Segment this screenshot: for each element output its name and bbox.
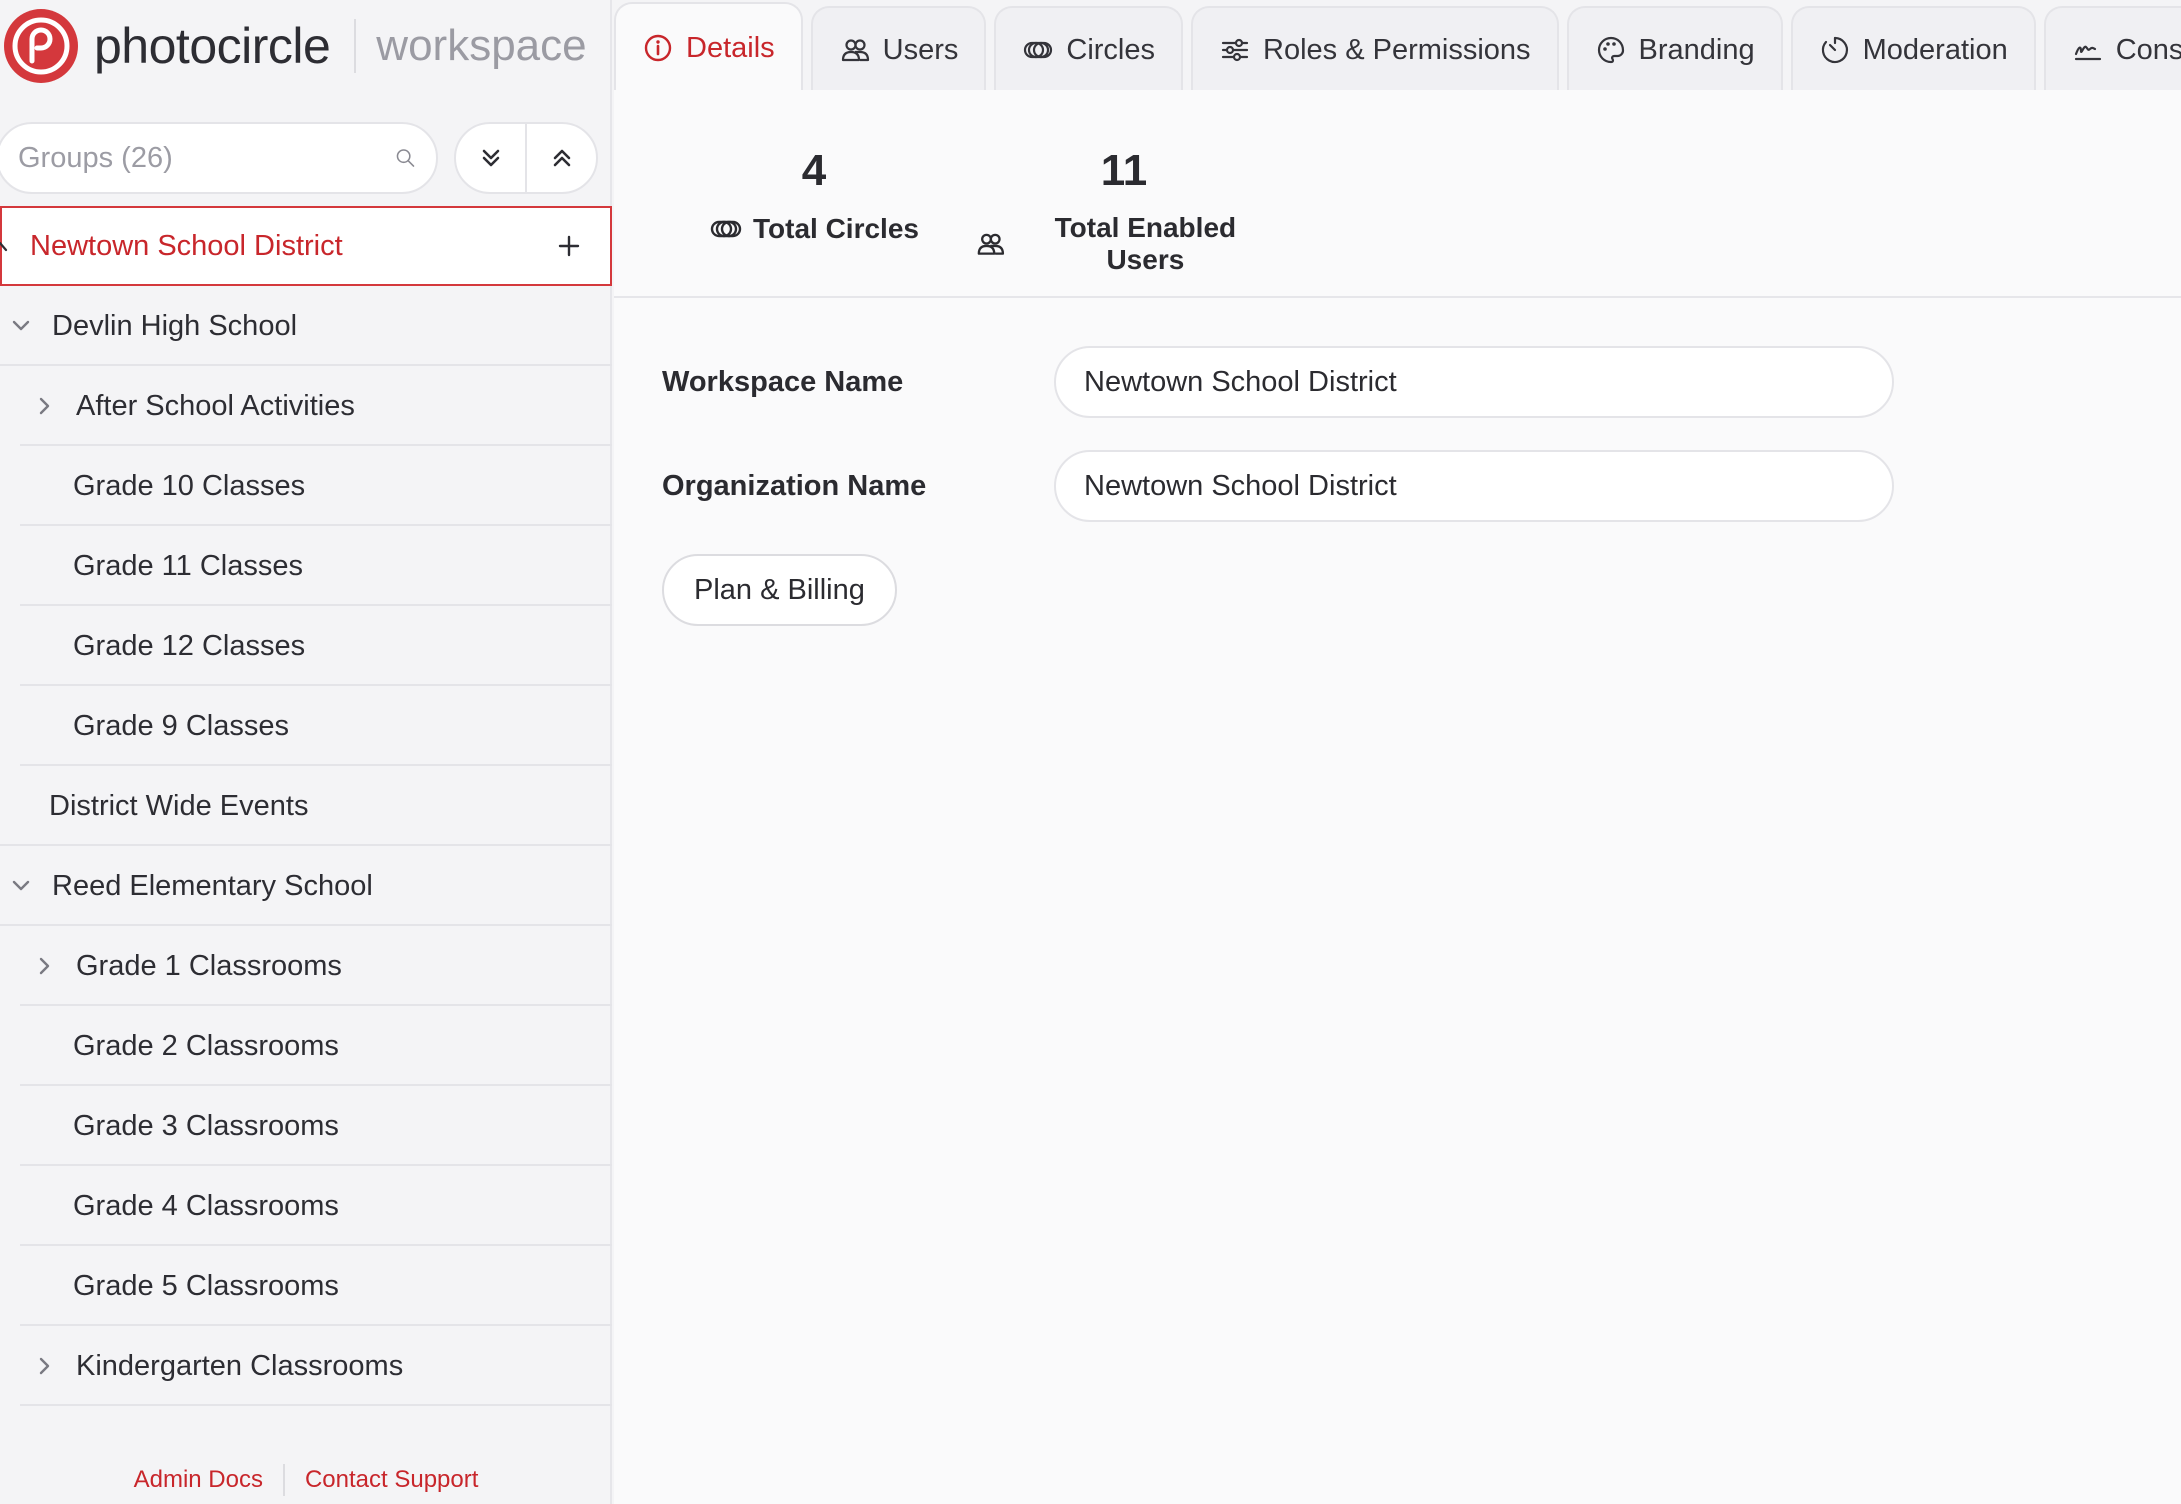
tab-label: Roles & Permissions [1263, 33, 1531, 66]
group-search [0, 122, 438, 194]
stat-label: Total Enabled Users [1054, 212, 1237, 275]
stat-total-enabled-users: 11 Total Enabled Users [974, 90, 1274, 276]
tree-item-district-wide-events[interactable]: District Wide Events [0, 766, 612, 846]
workspace-name-label: Workspace Name [662, 365, 904, 398]
info-icon [644, 34, 672, 62]
tab-label: Circles [1066, 33, 1156, 66]
tab-users[interactable]: Users [810, 6, 987, 92]
brand-logo[interactable]: photocircle workspace [4, 8, 587, 84]
tab-consent[interactable]: Consent [2043, 6, 2181, 92]
tab-branding[interactable]: Branding [1566, 6, 1783, 92]
group-tree: Newtown School District Devlin High Scho… [0, 206, 612, 1406]
group-search-input[interactable] [18, 141, 395, 175]
contact-support-link[interactable]: Contact Support [285, 1466, 498, 1494]
collapse-all-button[interactable] [525, 124, 596, 192]
plan-billing-button[interactable]: Plan & Billing [662, 554, 897, 626]
tree-item-grade-3-classrooms[interactable]: Grade 3 Classrooms [0, 1086, 612, 1166]
tree-item-grade-2-classrooms[interactable]: Grade 2 Classrooms [0, 1006, 612, 1086]
stat-total-circles: 4 Total Circles [704, 90, 924, 246]
admin-docs-link[interactable]: Admin Docs [114, 1466, 283, 1494]
tab-label: Users [882, 33, 959, 66]
tab-details[interactable]: Details [614, 2, 803, 92]
chevron-down-icon[interactable] [8, 313, 34, 339]
timer-icon [1821, 36, 1848, 64]
tab-moderation[interactable]: Moderation [1790, 6, 2036, 92]
tree-item-grade-9-classes[interactable]: Grade 9 Classes [0, 686, 612, 766]
sidebar-footer: Admin Docs Contact Support [0, 1460, 612, 1500]
chevron-down-icon[interactable] [8, 873, 34, 899]
chevrons-down-icon [482, 149, 499, 167]
stat-label-row: Total Enabled Users [974, 212, 1274, 276]
tree-item-label: Devlin High School [52, 309, 298, 342]
tab-label: Branding [1638, 33, 1755, 66]
tree-item-label: Grade 3 Classrooms [73, 1109, 339, 1142]
expand-all-button[interactable] [456, 124, 525, 192]
stat-label-row: Total Circles [704, 212, 924, 246]
photocircle-logo-icon [4, 9, 78, 83]
tree-item-label: Grade 9 Classes [73, 709, 289, 742]
tab-label: Consent [2115, 33, 2181, 66]
brand-subtitle: workspace [376, 21, 587, 70]
chevrons-up-icon [553, 149, 570, 167]
tree-item-label: After School Activities [76, 389, 355, 422]
tree-item-grade-12-classes[interactable]: Grade 12 Classes [0, 606, 612, 686]
chevron-right-icon[interactable] [32, 953, 58, 979]
organization-name-row: Organization Name [662, 450, 2062, 522]
tree-item-grade-1-classrooms[interactable]: Grade 1 Classrooms [0, 926, 612, 1006]
organization-name-input[interactable] [1054, 450, 1894, 522]
expand-collapse-group [454, 122, 598, 194]
tree-item-grade-10-classes[interactable]: Grade 10 Classes [0, 446, 612, 526]
tree-root-label: Newtown School District [30, 229, 343, 262]
tab-label: Details [686, 31, 775, 64]
tab-bar: Details Users Circles Roles & Permission… [614, 0, 2181, 92]
stat-label: Total Circles [753, 213, 919, 244]
organization-name-label: Organization Name [662, 469, 927, 502]
tree-item-devlin-high-school[interactable]: Devlin High School [0, 286, 612, 366]
tree-item-label: District Wide Events [49, 789, 309, 822]
chevron-right-icon[interactable] [32, 393, 58, 419]
tree-item-grade-5-classrooms[interactable]: Grade 5 Classrooms [0, 1246, 612, 1326]
brand-separator [354, 19, 357, 73]
sliders-icon [1221, 38, 1249, 62]
details-panel: 4 Total Circles 11 Total Enabled Users W… [614, 90, 2181, 1504]
brand-name: photocircle [94, 18, 331, 74]
tree-item-grade-11-classes[interactable]: Grade 11 Classes [0, 526, 612, 606]
tree-item-label: Grade 12 Classes [73, 629, 306, 662]
tree-item-label: Grade 11 Classes [73, 549, 303, 582]
tree-item-label: Grade 10 Classes [73, 469, 306, 502]
stats-section: 4 Total Circles 11 Total Enabled Users [614, 90, 2181, 298]
chevron-right-icon[interactable] [32, 1353, 58, 1379]
tree-item-label: Grade 4 Classrooms [73, 1189, 339, 1222]
tree-item-reed-elementary-school[interactable]: Reed Elementary School [0, 846, 612, 926]
sidebar: photocircle workspace N [0, 0, 612, 1504]
workspace-name-row: Workspace Name [662, 346, 2062, 418]
chevron-down-icon[interactable] [0, 240, 14, 254]
tab-circles[interactable]: Circles [994, 6, 1184, 92]
tree-item-grade-4-classrooms[interactable]: Grade 4 Classrooms [0, 1166, 612, 1246]
stat-value: 11 [1100, 146, 1148, 195]
tree-item-kindergarten-classrooms[interactable]: Kindergarten Classrooms [0, 1326, 612, 1406]
add-group-icon[interactable] [556, 233, 582, 259]
users-icon [841, 39, 869, 62]
tree-item-label: Kindergarten Classrooms [76, 1349, 404, 1382]
tab-roles-permissions[interactable]: Roles & Permissions [1191, 6, 1559, 92]
circles-icon [1024, 41, 1053, 59]
stat-value: 4 [801, 146, 827, 195]
tree-item-label: Grade 1 Classrooms [76, 949, 342, 982]
tree-item-label: Reed Elementary School [52, 869, 373, 902]
workspace-form: Workspace Name Organization Name Plan & … [662, 346, 2062, 626]
workspace-name-input[interactable] [1054, 346, 1894, 418]
row-divider [20, 1404, 612, 1406]
tree-root-item[interactable]: Newtown School District [0, 206, 612, 286]
palette-icon [1597, 36, 1624, 64]
tab-label: Moderation [1862, 33, 2008, 66]
tree-item-after-school-activities[interactable]: After School Activities [0, 366, 612, 446]
search-icon[interactable] [395, 141, 416, 175]
signature-icon [2074, 45, 2101, 61]
users-icon [977, 233, 1005, 255]
tree-item-label: Grade 5 Classrooms [73, 1269, 339, 1302]
tree-item-label: Grade 2 Classrooms [73, 1029, 339, 1062]
circles-icon [710, 220, 742, 238]
